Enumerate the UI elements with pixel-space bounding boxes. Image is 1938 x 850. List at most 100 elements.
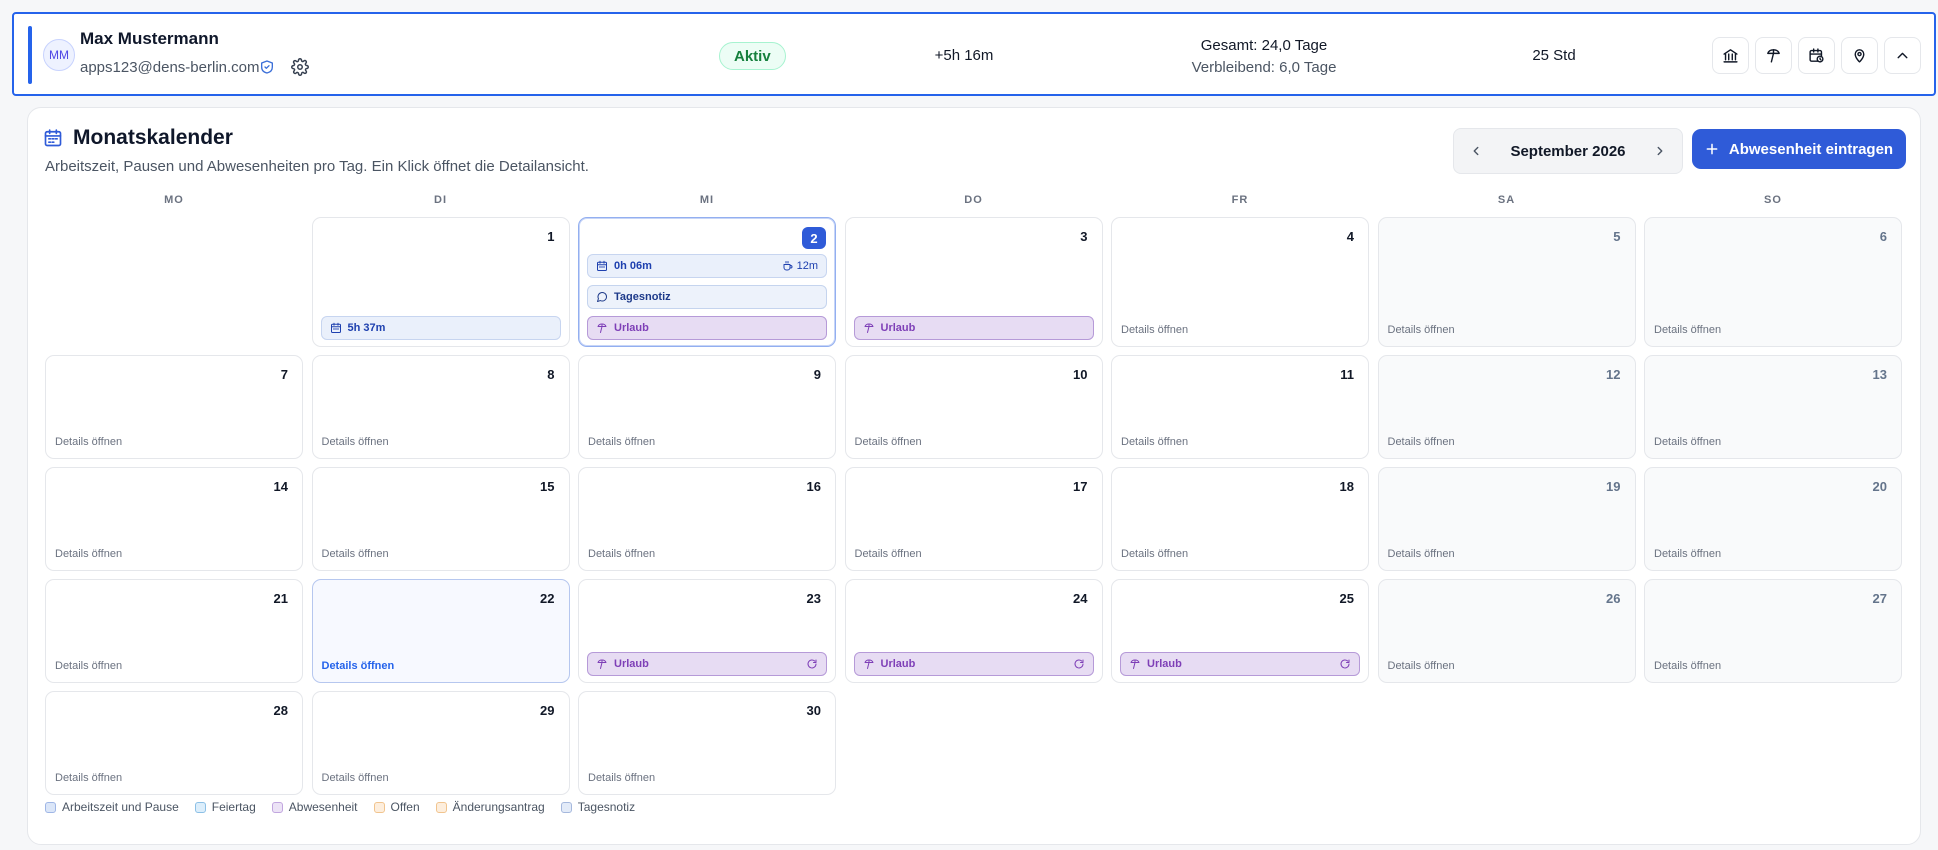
day-cell-13[interactable]: 13 Details öffnen [1644,355,1902,459]
next-month-button[interactable] [1646,137,1674,165]
absence-chip[interactable]: Urlaub [587,652,827,676]
day-cell-16[interactable]: 16 Details öffnen [578,467,836,571]
legend-item: Abwesenheit [271,800,358,814]
details-link[interactable]: Details öffnen [1121,324,1188,336]
day-cell-26[interactable]: 26 Details öffnen [1377,579,1636,683]
day-cell-30[interactable]: 30 Details öffnen [578,691,836,795]
details-link[interactable]: Details öffnen [322,436,389,448]
employee-row[interactable]: MM Max Mustermann apps123@dens-berlin.co… [12,12,1936,96]
day-cell-2[interactable]: 2 0h 06m 12m Tagesnotiz Urlaub [578,217,836,347]
day-number: 18 [1339,479,1354,494]
calendar-clock-button[interactable] [1798,37,1835,74]
details-link[interactable]: Details öffnen [1388,548,1455,560]
details-link[interactable]: Details öffnen [588,436,655,448]
legend-item: Feiertag [194,800,256,814]
absence-chip[interactable]: Urlaub [853,652,1094,676]
worktime-chip[interactable]: 0h 06m 12m [587,254,827,278]
details-link[interactable]: Details öffnen [855,436,922,448]
details-link[interactable]: Details öffnen [588,772,655,784]
details-link[interactable]: Details öffnen [1121,436,1188,448]
details-link[interactable]: Details öffnen [588,548,655,560]
details-link[interactable]: Details öffnen [322,772,389,784]
add-absence-button[interactable]: Abwesenheit eintragen [1692,129,1906,169]
details-link[interactable]: Details öffnen [55,548,122,560]
day-cell-12[interactable]: 12 Details öffnen [1377,355,1636,459]
details-link[interactable]: Details öffnen [1388,436,1455,448]
location-button[interactable] [1841,37,1878,74]
status-badge: Aktiv [719,42,786,70]
day-cell-4[interactable]: 4 Details öffnen [1111,217,1369,347]
details-link[interactable]: Details öffnen [322,548,389,560]
day-cell-1[interactable]: 1 5h 37m [311,217,570,347]
legend-label: Offen [390,800,420,814]
details-link[interactable]: Details öffnen [1654,660,1721,672]
day-cell-23[interactable]: 23 Urlaub [578,579,836,683]
vacation-icon [1767,49,1780,63]
weekday-di: DI [434,194,447,206]
day-cell-28[interactable]: 28 Details öffnen [45,691,303,795]
empty-day-cell [45,217,303,347]
day-number: 5 [1613,229,1621,244]
day-cell-15[interactable]: 15 Details öffnen [311,467,570,571]
bank-button[interactable] [1712,37,1749,74]
details-link[interactable]: Details öffnen [855,548,922,560]
details-link[interactable]: Details öffnen [1654,436,1721,448]
details-link[interactable]: Details öffnen [1388,324,1455,336]
details-link[interactable]: Details öffnen [1654,324,1721,336]
chip-label: Urlaub [880,658,916,670]
day-cell-7[interactable]: 7 Details öffnen [45,355,303,459]
refresh-icon [1340,659,1350,669]
day-cell-27[interactable]: 27 Details öffnen [1644,579,1902,683]
day-number: 24 [1073,591,1088,606]
details-link[interactable]: Details öffnen [1388,660,1455,672]
prev-month-button[interactable] [1462,137,1490,165]
day-number: 4 [1346,229,1354,244]
day-number: 12 [1606,367,1621,382]
weekly-hours: 25 Std [1532,47,1576,64]
absence-chip[interactable]: Urlaub [853,316,1094,340]
day-cell-14[interactable]: 14 Details öffnen [45,467,303,571]
details-link[interactable]: Details öffnen [322,660,395,672]
details-link[interactable]: Details öffnen [55,436,122,448]
absence-chip[interactable]: Urlaub [587,316,827,340]
legend-label: Änderungsantrag [452,800,545,814]
avatar: MM [43,39,75,71]
worktime-chip[interactable]: 5h 37m [320,316,561,340]
day-cell-18[interactable]: 18 Details öffnen [1111,467,1369,571]
day-number: 15 [540,479,555,494]
details-link[interactable]: Details öffnen [1654,548,1721,560]
day-cell-25[interactable]: 25 Urlaub [1111,579,1369,683]
day-cell-5[interactable]: 5 Details öffnen [1377,217,1636,347]
day-cell-10[interactable]: 10 Details öffnen [844,355,1103,459]
day-cell-11[interactable]: 11 Details öffnen [1111,355,1369,459]
details-link[interactable]: Details öffnen [55,772,122,784]
shield-check-icon [261,60,273,74]
day-number: 3 [1080,229,1088,244]
day-cell-21[interactable]: 21 Details öffnen [45,579,303,683]
day-number: 20 [1872,479,1887,494]
day-cell-17[interactable]: 17 Details öffnen [844,467,1103,571]
details-link[interactable]: Details öffnen [1121,548,1188,560]
note-chip[interactable]: Tagesnotiz [587,285,827,309]
day-cell-20[interactable]: 20 Details öffnen [1644,467,1902,571]
gear-icon[interactable] [291,58,309,76]
day-cell-6[interactable]: 6 Details öffnen [1644,217,1902,347]
pending-status [806,658,818,670]
details-link[interactable]: Details öffnen [55,660,122,672]
legend: Arbeitszeit und Pause Feiertag Abwesenheit… [45,800,635,814]
day-cell-3[interactable]: 3 Urlaub [844,217,1103,347]
employee-name: Max Mustermann [80,29,219,48]
day-cell-29[interactable]: 29 Details öffnen [311,691,570,795]
calendar-icon [44,129,62,147]
day-cell-24[interactable]: 24 Urlaub [844,579,1103,683]
collapse-button[interactable] [1884,37,1921,74]
coffee-icon [783,261,793,271]
absence-chip[interactable]: Urlaub [1120,652,1360,676]
day-cell-22[interactable]: 22 Details öffnen [311,579,570,683]
day-cell-9[interactable]: 9 Details öffnen [578,355,836,459]
vacation-button[interactable] [1755,37,1792,74]
vacation-icon [597,659,607,669]
day-cell-19[interactable]: 19 Details öffnen [1377,467,1636,571]
day-cell-8[interactable]: 8 Details öffnen [311,355,570,459]
calendar-title: Monatskalender [73,126,233,149]
